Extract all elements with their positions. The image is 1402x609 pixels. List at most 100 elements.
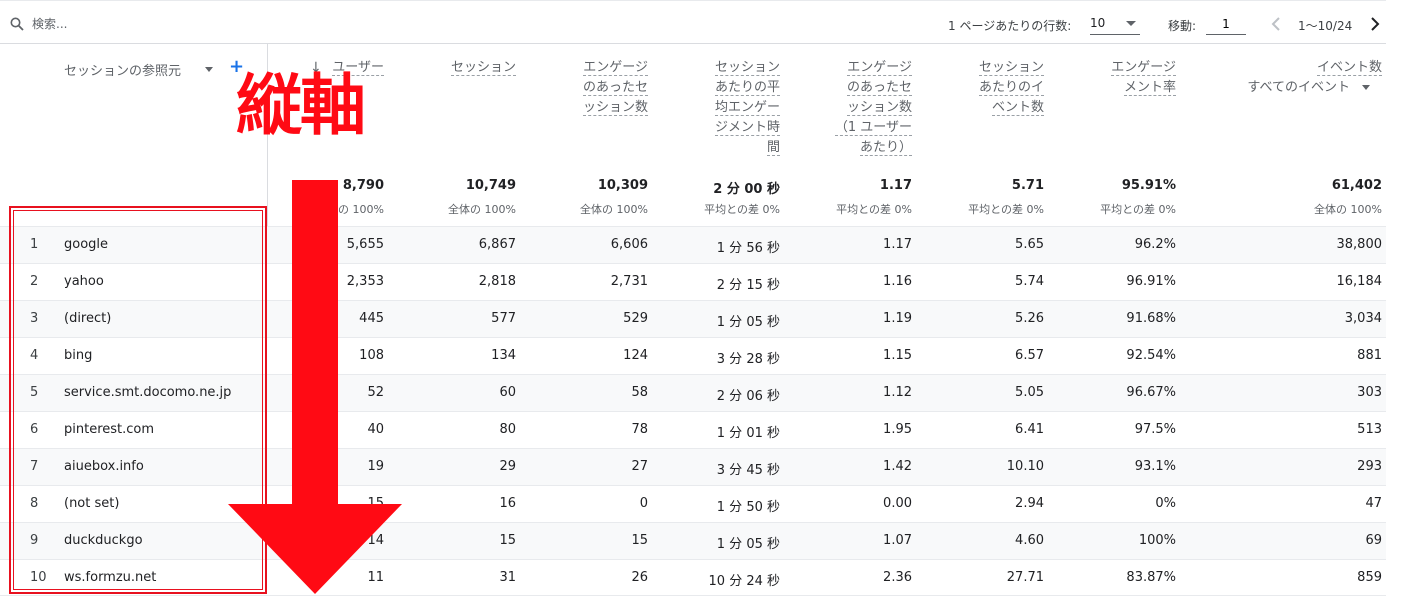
cell-engaged_sessions: 26 bbox=[631, 570, 648, 585]
cell-event_count: 859 bbox=[1357, 570, 1382, 585]
metric-header-line: ベント数 bbox=[991, 100, 1044, 116]
cell-events_per_session: 5.26 bbox=[1015, 311, 1044, 326]
cell-events_per_session: 27.71 bbox=[1006, 570, 1044, 585]
cell-engaged_sessions: 0 bbox=[639, 496, 648, 511]
cell-engaged_per_user: 2.36 bbox=[883, 570, 912, 585]
metric-header-line: セッション bbox=[978, 60, 1044, 76]
chevron-down-icon[interactable] bbox=[205, 67, 213, 72]
cell-engaged_per_user: 1.42 bbox=[883, 459, 912, 474]
cell-engagement_rate: 91.68% bbox=[1126, 311, 1176, 326]
metric-header-line: ッション数 bbox=[846, 100, 912, 116]
cell-engagement_rate: 96.67% bbox=[1126, 385, 1176, 400]
cell-engaged_per_user: 0.00 bbox=[883, 496, 912, 511]
next-page-icon[interactable] bbox=[1366, 15, 1384, 33]
cell-engaged_per_user: 1.07 bbox=[883, 533, 912, 548]
metric-header-sessions[interactable]: セッション bbox=[450, 58, 516, 78]
metric-header-event_count[interactable]: イベント数すべてのイベント bbox=[1247, 58, 1382, 98]
rows-per-page-label: 1 ページあたりの行数: bbox=[948, 19, 1072, 33]
cell-events_per_session: 5.05 bbox=[1015, 385, 1044, 400]
search-icon[interactable] bbox=[10, 17, 24, 31]
total-sub-avg_engagement: 平均との差 0% bbox=[704, 203, 780, 216]
metric-header-line: 間 bbox=[766, 140, 780, 156]
metric-header-engaged_per_user[interactable]: エンゲージ のあったセ ッション数 （1 ユーザー あたり） bbox=[834, 58, 912, 158]
metric-header-line: エンゲージ bbox=[1111, 60, 1176, 76]
cell-engaged_sessions: 529 bbox=[623, 311, 648, 326]
metric-header-line: （1 ユーザー bbox=[834, 120, 912, 136]
dimension-header[interactable]: セッションの参照元 bbox=[64, 60, 181, 79]
cell-sessions: 16 bbox=[499, 496, 516, 511]
cell-events_per_session: 4.60 bbox=[1015, 533, 1044, 548]
cell-sessions: 2,818 bbox=[478, 274, 516, 289]
metric-header-avg_engagement[interactable]: セッション あたりの平 均エンゲー ジメント時間 bbox=[714, 58, 780, 158]
cell-events_per_session: 5.65 bbox=[1015, 237, 1044, 252]
rows-per-page-select[interactable]: 10 bbox=[1090, 13, 1140, 35]
cell-avg_engagement: 1 分 01 秒 bbox=[716, 426, 780, 441]
total-engagement_rate: 95.91% bbox=[1121, 178, 1176, 193]
metric-header-line: セッション bbox=[714, 60, 780, 76]
metric-header-line: エンゲージ bbox=[847, 60, 912, 76]
cell-event_count: 16,184 bbox=[1336, 274, 1383, 289]
goto-page-input[interactable] bbox=[1206, 13, 1246, 35]
cell-engagement_rate: 93.1% bbox=[1134, 459, 1176, 474]
total-engaged_per_user: 1.17 bbox=[879, 178, 912, 193]
metric-header-line: すべてのイベント bbox=[1247, 80, 1350, 95]
cell-engaged_per_user: 1.15 bbox=[883, 348, 912, 363]
cell-engagement_rate: 0% bbox=[1155, 496, 1176, 511]
cell-event_count: 3,034 bbox=[1344, 311, 1382, 326]
metric-header-events_per_session[interactable]: セッションあたりのイベント数 bbox=[978, 58, 1044, 118]
cell-event_count: 303 bbox=[1357, 385, 1382, 400]
metric-header-line: あたりのイ bbox=[978, 80, 1044, 96]
cell-events_per_session: 5.74 bbox=[1015, 274, 1044, 289]
cell-avg_engagement: 1 分 05 秒 bbox=[716, 537, 780, 552]
cell-engagement_rate: 96.91% bbox=[1126, 274, 1176, 289]
annotation-title: 縦軸 bbox=[236, 67, 366, 144]
cell-engaged_sessions: 2,731 bbox=[610, 274, 648, 289]
total-avg_engagement: 2 分 00 秒 bbox=[713, 182, 780, 197]
metric-header-line: イベント数 bbox=[1316, 60, 1382, 76]
cell-sessions: 6,867 bbox=[478, 237, 516, 252]
metric-header-line: セッション bbox=[450, 60, 516, 76]
cell-engaged_sessions: 58 bbox=[631, 385, 648, 400]
metric-header-line: ッション数 bbox=[582, 100, 648, 116]
cell-engagement_rate: 92.54% bbox=[1126, 348, 1176, 363]
metric-header-engagement_rate[interactable]: エンゲージメント率 bbox=[1111, 58, 1176, 98]
prev-page-icon[interactable] bbox=[1268, 15, 1286, 33]
down-arrow-icon bbox=[228, 180, 402, 594]
cell-avg_engagement: 1 分 56 秒 bbox=[716, 241, 780, 256]
metric-header-engaged_sessions[interactable]: エンゲージ のあったセ ッション数 bbox=[582, 58, 648, 118]
cell-engaged_per_user: 1.12 bbox=[883, 385, 912, 400]
total-engaged_sessions: 10,309 bbox=[597, 178, 648, 193]
cell-engaged_per_user: 1.17 bbox=[883, 237, 912, 252]
cell-sessions: 60 bbox=[499, 385, 516, 400]
search-input[interactable] bbox=[32, 14, 332, 34]
cell-events_per_session: 2.94 bbox=[1015, 496, 1044, 511]
cell-sessions: 80 bbox=[499, 422, 516, 437]
total-sub-sessions: 全体の 100% bbox=[448, 203, 516, 216]
cell-engagement_rate: 96.2% bbox=[1134, 237, 1176, 252]
cell-engaged_sessions: 78 bbox=[631, 422, 648, 437]
cell-sessions: 31 bbox=[499, 570, 516, 585]
chevron-down-icon[interactable] bbox=[1362, 85, 1370, 90]
metric-header-line: メント率 bbox=[1123, 80, 1176, 96]
total-sub-event_count: 全体の 100% bbox=[1314, 203, 1382, 216]
cell-avg_engagement: 10 分 24 秒 bbox=[708, 574, 780, 589]
goto-label: 移動: bbox=[1168, 19, 1197, 33]
cell-event_count: 38,800 bbox=[1336, 237, 1383, 252]
rows-per-page-value: 10 bbox=[1090, 16, 1106, 30]
total-sessions: 10,749 bbox=[465, 178, 516, 193]
cell-sessions: 134 bbox=[491, 348, 516, 363]
chevron-down-icon bbox=[1126, 21, 1136, 26]
total-sub-engagement_rate: 平均との差 0% bbox=[1100, 203, 1176, 216]
cell-engagement_rate: 97.5% bbox=[1134, 422, 1176, 437]
metric-header-line: あたり） bbox=[859, 140, 912, 156]
cell-engaged_per_user: 1.95 bbox=[883, 422, 912, 437]
cell-events_per_session: 10.10 bbox=[1006, 459, 1044, 474]
cell-engaged_per_user: 1.19 bbox=[883, 311, 912, 326]
cell-avg_engagement: 1 分 50 秒 bbox=[716, 500, 780, 515]
cell-event_count: 69 bbox=[1365, 533, 1382, 548]
total-sub-events_per_session: 平均との差 0% bbox=[968, 203, 1044, 216]
cell-event_count: 293 bbox=[1357, 459, 1382, 474]
cell-events_per_session: 6.41 bbox=[1015, 422, 1044, 437]
total-sub-engaged_sessions: 全体の 100% bbox=[580, 203, 648, 216]
total-sub-engaged_per_user: 平均との差 0% bbox=[836, 203, 912, 216]
